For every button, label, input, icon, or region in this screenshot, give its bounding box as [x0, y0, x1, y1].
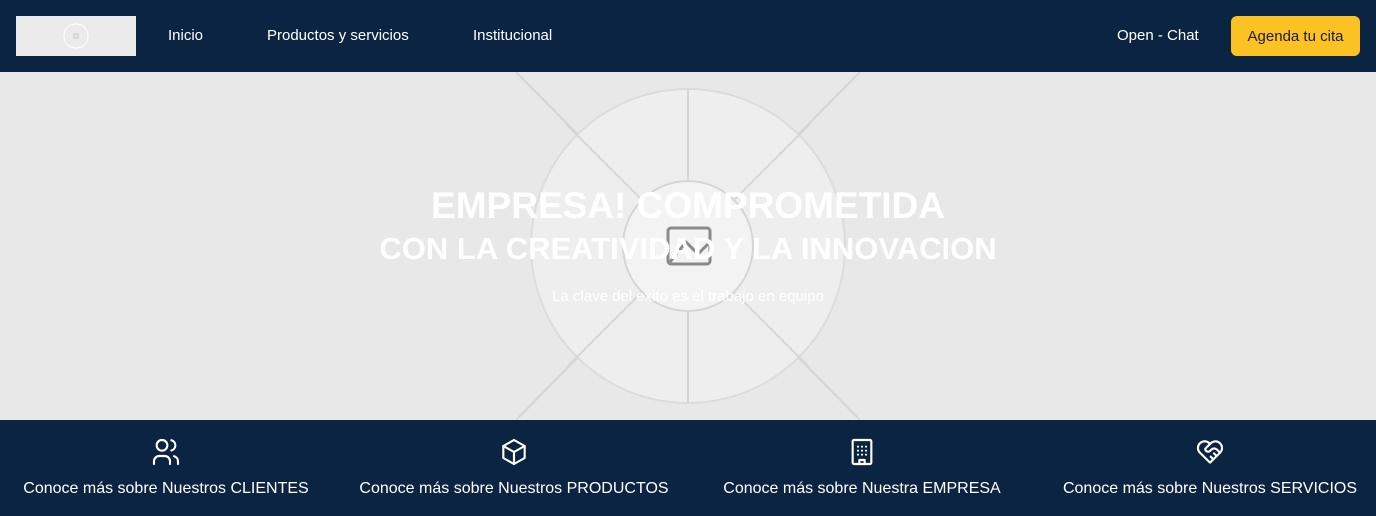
agenda-cita-button[interactable]: Agenda tu cita	[1231, 16, 1360, 56]
hero-subtitle: La clave del exito es el trabajo en equi…	[552, 288, 824, 305]
logo-placeholder-icon	[63, 23, 89, 49]
feature-clientes[interactable]: Conoce más sobre Nuestros CLIENTES	[0, 420, 332, 516]
feature-label: Conoce más sobre Nuestros SERVICIOS	[1062, 480, 1358, 497]
nav-productos-servicios[interactable]: Productos y servicios	[267, 26, 409, 46]
cube-icon	[502, 438, 526, 466]
building-icon	[851, 438, 873, 466]
site-header: Inicio Productos y servicios Institucion…	[0, 0, 1376, 72]
hero-title-secondary: CON LA CREATIVIDAD Y LA INNOVACION	[379, 231, 997, 266]
feature-empresa[interactable]: Conoce más sobre Nuestra EMPRESA	[712, 420, 1012, 516]
hero-title: EMPRESA! COMPROMETIDA	[431, 185, 945, 226]
users-icon	[152, 438, 180, 466]
heart-handshake-icon	[1196, 440, 1224, 464]
nav-institucional[interactable]: Institucional	[473, 26, 552, 46]
logo[interactable]	[16, 16, 136, 56]
features-bar: Conoce más sobre Nuestros CLIENTES Conoc…	[0, 420, 1376, 516]
feature-productos[interactable]: Conoce más sobre Nuestros PRODUCTOS	[344, 420, 684, 516]
feature-label: Conoce más sobre Nuestros CLIENTES	[23, 480, 309, 497]
feature-label: Conoce más sobre Nuestra EMPRESA	[723, 480, 1001, 497]
feature-servicios[interactable]: Conoce más sobre Nuestros SERVICIOS	[1050, 420, 1370, 516]
hero-banner: EMPRESA! COMPROMETIDA CON LA CREATIVIDAD…	[0, 72, 1376, 420]
feature-label: Conoce más sobre Nuestros PRODUCTOS	[359, 480, 669, 497]
open-chat-link[interactable]: Open - Chat	[1117, 26, 1199, 46]
nav-inicio[interactable]: Inicio	[168, 26, 203, 46]
